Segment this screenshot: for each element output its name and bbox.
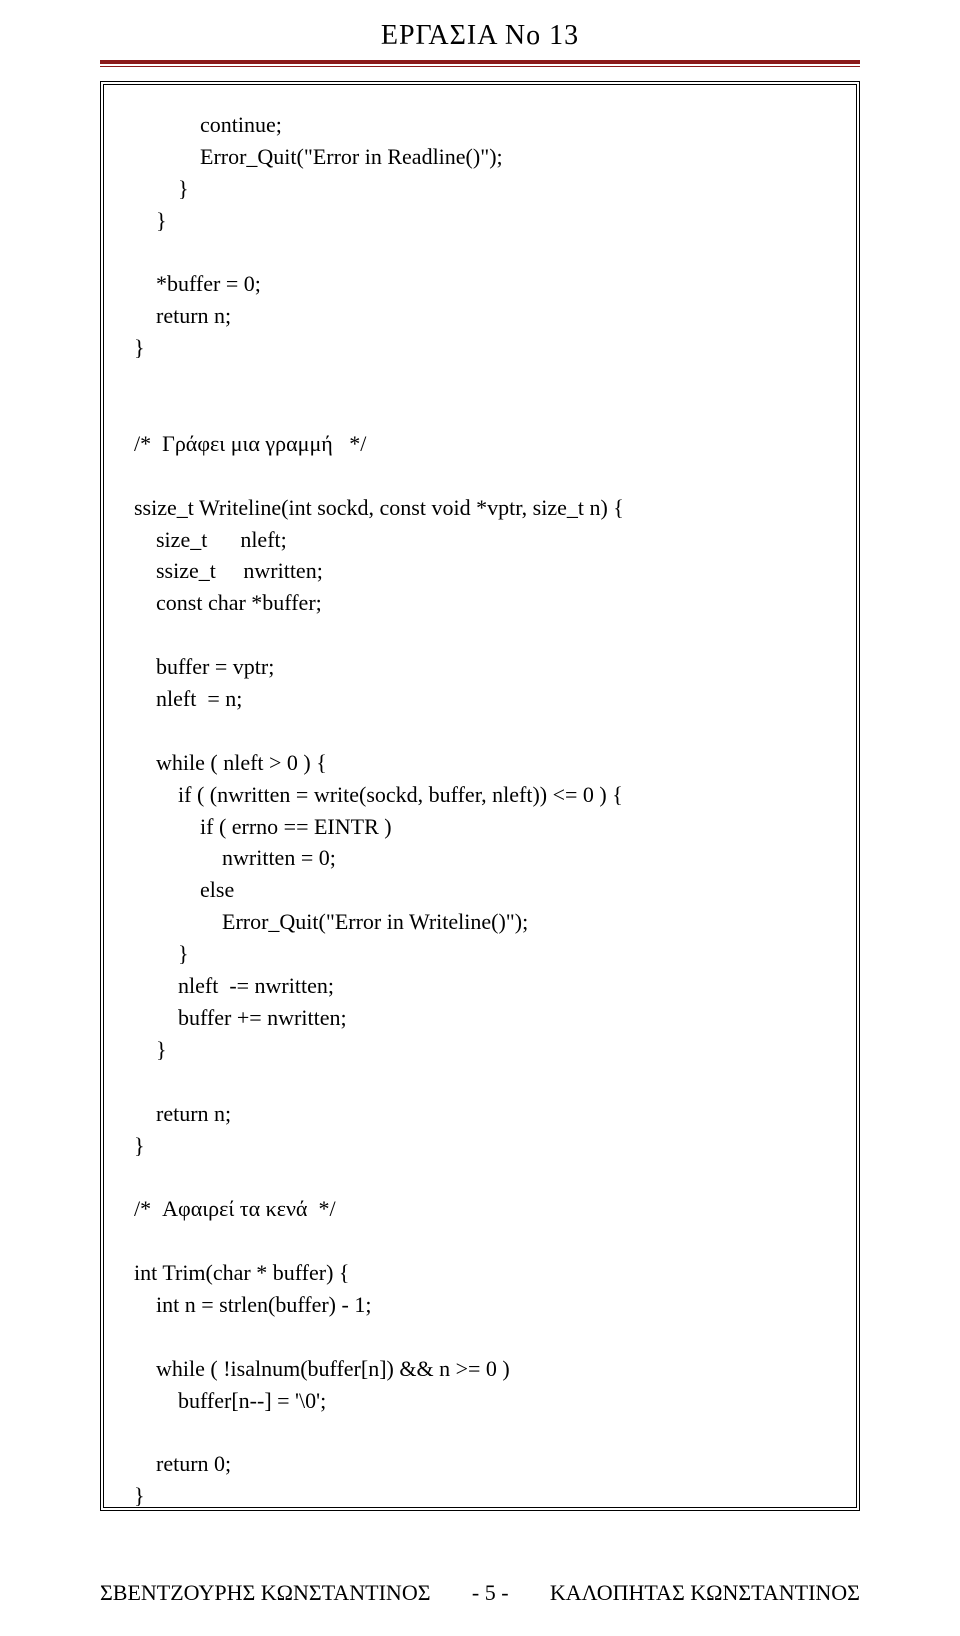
header-title: ΕΡΓΑΣΙΑ Νο 13 [0,20,960,52]
rule-thick [100,60,860,64]
page-header: ΕΡΓΑΣΙΑ Νο 13 [0,0,960,60]
code-content: continue; Error_Quit("Error in Readline(… [134,109,826,1511]
rule-thin [100,66,860,67]
footer-left: ΣΒΕΝΤΖΟΥΡΗΣ ΚΩΝΣΤΑΝΤΙΝΟΣ [100,1580,431,1606]
page-footer: ΣΒΕΝΤΖΟΥΡΗΣ ΚΩΝΣΤΑΝΤΙΝΟΣ - 5 - ΚΑΛΟΠΗΤΑΣ… [0,1580,960,1606]
code-frame: continue; Error_Quit("Error in Readline(… [100,81,860,1511]
header-rule [100,60,860,67]
footer-page-number: - 5 - [472,1580,509,1606]
footer-right: ΚΑΛΟΠΗΤΑΣ ΚΩΝΣΤΑΝΤΙΝΟΣ [550,1580,860,1606]
